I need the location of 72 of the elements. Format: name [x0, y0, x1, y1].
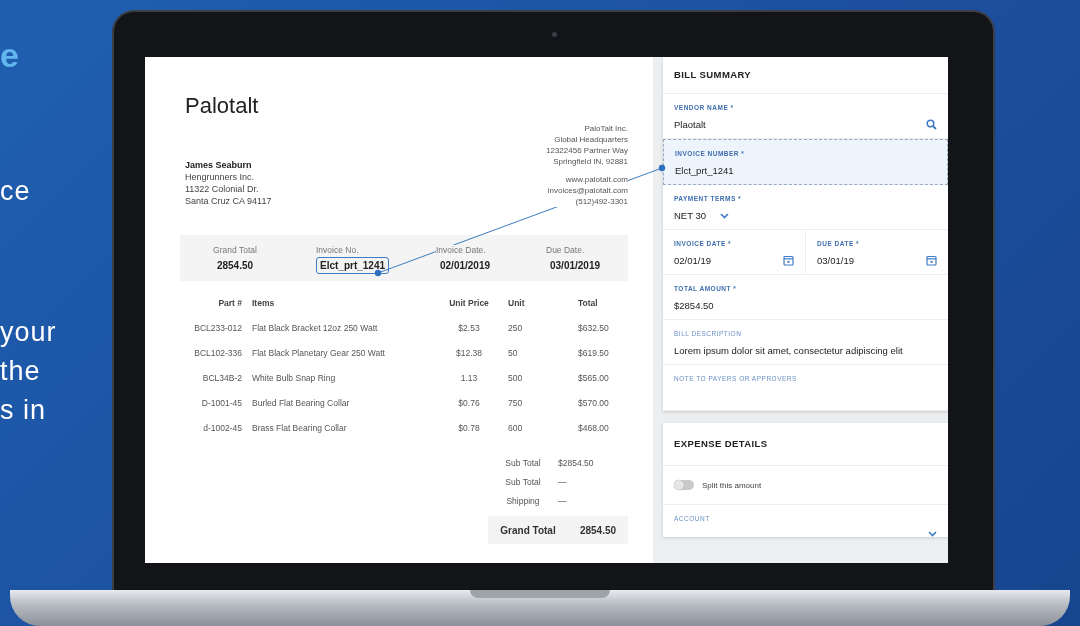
- table-cell-text: D-1001-45: [200, 397, 242, 410]
- calendar-icon[interactable]: [926, 255, 937, 266]
- table-cell-text: 750: [508, 397, 524, 410]
- table-cell-text: $565.00: [578, 372, 610, 385]
- customer-name: James Seaburn: [185, 159, 253, 171]
- table-cell-text: $468.00: [578, 422, 610, 435]
- field-value: 03/01/19: [817, 254, 854, 266]
- field-value: Lorem ipsum dolor sit amet, consectetur adipiscing elit: [674, 344, 903, 356]
- promo-heading: e: [0, 36, 20, 74]
- table-cell-text: 600: [508, 422, 524, 435]
- table-cell-text: BCL34B-2: [201, 372, 242, 385]
- card-title: EXPENSE DETAILS: [663, 423, 948, 466]
- table-cell-text: $0.76: [457, 397, 481, 410]
- table-cell-text: Burled Flat Bearing Collar: [252, 397, 351, 410]
- promo-text: ce: [0, 175, 32, 208]
- column-header: Part #: [217, 297, 242, 310]
- chevron-down-icon: [928, 530, 937, 537]
- total-label: Sub Total: [504, 457, 542, 470]
- grand-total-value: 2854.50: [578, 524, 618, 536]
- grand-total-label: Grand Total: [499, 524, 557, 536]
- table-cell-text: $12.38: [455, 347, 483, 360]
- table-cell-text: Brass Flat Bearing Collar: [252, 422, 348, 435]
- summary-label: Grand Total: [213, 244, 257, 255]
- table-cell-text: BCL102-336: [193, 347, 242, 360]
- address-line: 11322 Colonial Dr.: [185, 183, 260, 195]
- column-header: Total: [578, 297, 599, 310]
- table-cell-text: 500: [508, 372, 524, 385]
- table-cell-text: $2.53: [457, 322, 481, 335]
- table-cell-text: $632.50: [578, 322, 610, 335]
- total-value: $2854.50: [558, 457, 595, 470]
- column-header: Unit Price: [448, 297, 490, 310]
- table-cell-text: 250: [508, 322, 524, 335]
- promo-text: s in: [0, 394, 48, 427]
- total-label: Sub Total: [504, 476, 542, 489]
- table-cell-text: d-1002-45: [202, 422, 242, 435]
- table-cell-text: 1.13: [459, 372, 479, 385]
- total-value: —: [558, 495, 568, 508]
- address-line: Santa Cruz CA 94117: [185, 195, 272, 207]
- table-cell-text: $570.00: [578, 397, 610, 410]
- field-value: NET 30: [674, 209, 707, 221]
- field-value: 02/01/19: [674, 254, 711, 266]
- summary-value: 2854.50: [215, 258, 255, 273]
- table-cell-text: $619.50: [578, 347, 610, 360]
- column-header: Items: [252, 297, 276, 310]
- card-title: BILL SUMMARY: [663, 57, 948, 94]
- summary-value: 02/01/2019: [439, 258, 492, 273]
- field-value: Plaotalt: [674, 118, 706, 130]
- column-header: Unit: [508, 297, 526, 310]
- toggle-switch[interactable]: [674, 480, 694, 490]
- field-value: Elct_prt_1241: [675, 164, 734, 176]
- chevron-down-icon: [720, 211, 730, 219]
- calendar-icon[interactable]: [783, 255, 794, 266]
- address-line: Hengrunners Inc.: [185, 171, 256, 183]
- table-cell-text: White Bulb Snap Ring: [252, 372, 337, 385]
- promo-text: the: [0, 355, 42, 388]
- table-cell-text: Flat Black Bracket 12oz 250 Watt: [252, 322, 379, 335]
- total-value: —: [558, 476, 568, 489]
- toggle-label: Split this amount: [702, 480, 762, 490]
- summary-label: Invoice No.: [316, 244, 359, 255]
- field-value: $2854.50: [674, 299, 714, 311]
- company-title: Palotalt: [185, 93, 260, 119]
- search-icon: [926, 118, 937, 130]
- camera-icon: [552, 32, 557, 37]
- table-cell-text: BCL233-012: [193, 322, 242, 335]
- summary-value: 03/01/2019: [549, 258, 602, 273]
- total-label: Shipping: [505, 495, 541, 508]
- table-cell-text: Flat Black Planetary Gear 250 Watt: [252, 347, 386, 360]
- table-cell-text: 50: [508, 347, 519, 360]
- promo-text: your: [0, 316, 58, 349]
- summary-label: Due Date.: [546, 244, 585, 255]
- summary-label: Invoice Date.: [436, 244, 486, 255]
- table-cell-text: $0.78: [457, 422, 481, 435]
